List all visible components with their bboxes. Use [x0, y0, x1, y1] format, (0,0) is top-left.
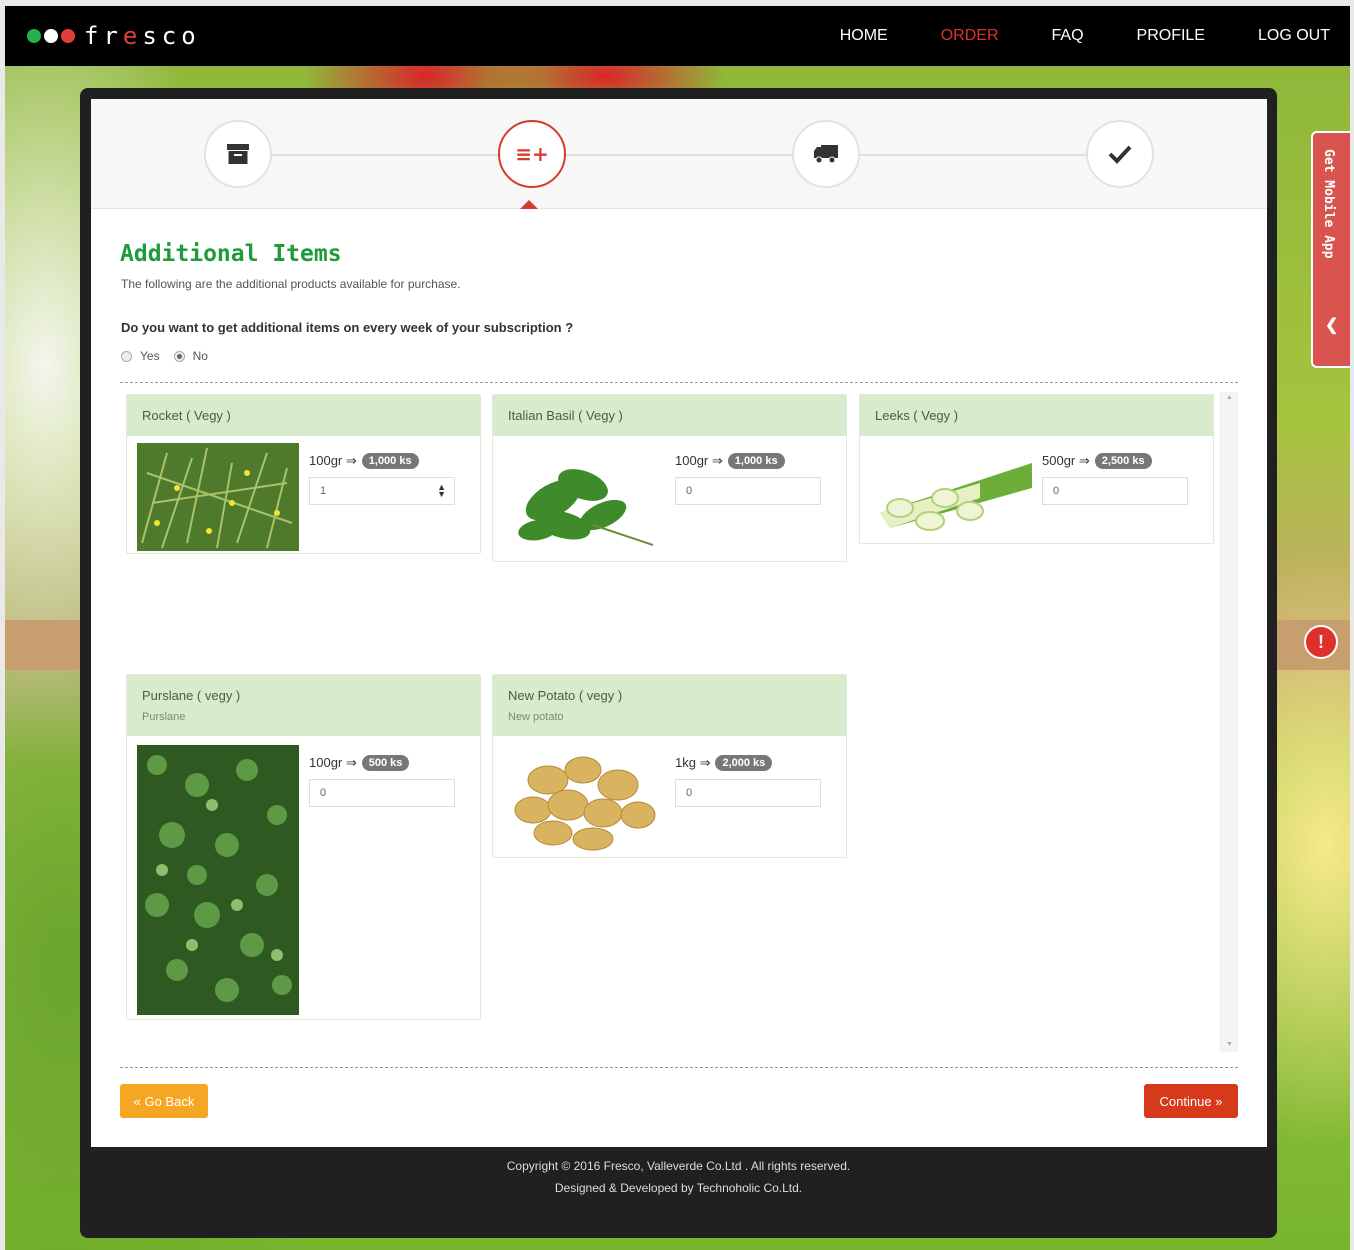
- credits-text: Designed & Developed by Technoholic Co.L…: [554, 1181, 803, 1195]
- product-description: New potato: [508, 711, 564, 723]
- radio-yes[interactable]: [121, 350, 132, 362]
- page-footer: Copyright © 2016 Fresco, Valleverde Co.L…: [80, 1155, 1277, 1199]
- step-additional-items[interactable]: ≡+: [498, 120, 566, 188]
- radio-yes-label[interactable]: Yes: [140, 349, 160, 363]
- radio-no[interactable]: [173, 350, 185, 362]
- quantity-value: 0: [320, 787, 327, 799]
- quantity-stepper[interactable]: 1 ▲ ▼: [309, 477, 455, 505]
- quantity-input[interactable]: 0: [675, 779, 821, 807]
- product-card-basil: Italian Basil ( Vegy ) 100gr ⇒ 1,000 ks …: [492, 394, 847, 562]
- product-name: Rocket ( Vegy ): [142, 408, 231, 423]
- product-name: Leeks ( Vegy ): [875, 408, 959, 423]
- unit-label: 1kg ⇒: [675, 755, 711, 770]
- product-header: Rocket ( Vegy ): [127, 395, 480, 436]
- quantity-input[interactable]: 0: [675, 477, 821, 505]
- step-connector: [566, 154, 792, 156]
- stepper-arrows-icon[interactable]: ▲ ▼: [437, 483, 446, 499]
- price-label: 1kg ⇒ 2,000 ks: [675, 755, 773, 771]
- quantity-value: 0: [686, 485, 693, 497]
- step-delivery[interactable]: [792, 120, 860, 188]
- check-icon: [1108, 145, 1132, 164]
- price-label: 100gr ⇒ 1,000 ks: [309, 453, 419, 469]
- nav-order[interactable]: ORDER: [941, 27, 999, 45]
- product-description: Purslane: [142, 711, 186, 723]
- fresco-logo[interactable]: fresco: [27, 6, 201, 66]
- scroll-up-icon[interactable]: ▲: [1226, 394, 1233, 401]
- divider: [120, 382, 1238, 383]
- nav-profile[interactable]: PROFILE: [1137, 27, 1205, 45]
- price-label: 100gr ⇒ 1,000 ks: [675, 453, 785, 469]
- mobile-app-label: Get Mobile App: [1321, 149, 1336, 259]
- potato-photo: [503, 745, 665, 853]
- step-connector: [860, 154, 1086, 156]
- price-badge: 2,500 ks: [1094, 453, 1152, 469]
- go-back-button[interactable]: « Go Back: [120, 1084, 208, 1118]
- page-subtitle: The following are the additional product…: [121, 277, 461, 291]
- quantity-value: 1: [320, 485, 327, 497]
- price-label: 500gr ⇒ 2,500 ks: [1042, 453, 1152, 469]
- continue-button[interactable]: Continue »: [1144, 1084, 1238, 1118]
- logo-dot-red: [61, 29, 75, 43]
- product-name: Italian Basil ( Vegy ): [508, 408, 623, 423]
- leeks-photo: [870, 443, 1032, 535]
- product-card-leeks: Leeks ( Vegy ) 500gr ⇒ 2,500 ks 0: [859, 394, 1214, 544]
- get-mobile-app-tab[interactable]: Get Mobile App ❮: [1311, 131, 1350, 368]
- basil-photo: [503, 445, 665, 555]
- archive-icon: [227, 144, 249, 164]
- product-list-scrollbar[interactable]: ▲ ▼: [1220, 392, 1238, 1052]
- rocket-photo: [137, 443, 299, 551]
- quantity-value: 0: [686, 787, 693, 799]
- price-label: 100gr ⇒ 500 ks: [309, 755, 410, 771]
- product-card-rocket: Rocket ( Vegy ) 100gr ⇒ 1,000 ks 1 ▲ ▼: [126, 394, 481, 554]
- unit-label: 100gr ⇒: [675, 453, 723, 468]
- alert-icon[interactable]: !: [1304, 625, 1338, 659]
- chevron-left-icon: ❮: [1325, 317, 1339, 334]
- unit-label: 500gr ⇒: [1042, 453, 1090, 468]
- product-card-purslane: Purslane ( vegy ) Purslane 100gr ⇒ 500 k…: [126, 674, 481, 1020]
- product-name: Purslane ( vegy ): [142, 688, 241, 703]
- step-connector: [272, 154, 498, 156]
- nav-home[interactable]: HOME: [840, 27, 888, 45]
- divider: [120, 1067, 1238, 1068]
- price-badge: 500 ks: [361, 755, 410, 771]
- product-header: Leeks ( Vegy ): [860, 395, 1213, 436]
- logo-dot-green: [27, 29, 41, 43]
- product-card-potato: New Potato ( vegy ) New potato 1kg ⇒ 2,0…: [492, 674, 847, 858]
- product-name: New Potato ( vegy ): [508, 688, 623, 703]
- unit-label: 100gr ⇒: [309, 755, 357, 770]
- price-badge: 2,000 ks: [715, 755, 773, 771]
- list-add-icon: ≡+: [515, 142, 549, 166]
- subscription-radio-group: Yes No: [121, 349, 222, 363]
- step-confirm[interactable]: [1086, 120, 1154, 188]
- background-plank: [5, 620, 80, 670]
- price-badge: 1,000 ks: [361, 453, 419, 469]
- unit-label: 100gr ⇒: [309, 453, 357, 468]
- quantity-input[interactable]: 0: [309, 779, 455, 807]
- truck-icon: [814, 145, 838, 164]
- copyright-text: Copyright © 2016 Fresco, Valleverde Co.L…: [506, 1159, 851, 1173]
- nav-faq[interactable]: FAQ: [1052, 27, 1084, 45]
- main-nav: HOME ORDER FAQ PROFILE LOG OUT: [807, 6, 1350, 66]
- radio-no-label[interactable]: No: [193, 349, 208, 363]
- top-navbar: fresco HOME ORDER FAQ PROFILE LOG OUT: [5, 6, 1350, 66]
- subscription-question: Do you want to get additional items on e…: [121, 320, 574, 335]
- order-card: ≡+ Additional Items The following are th…: [91, 99, 1267, 1147]
- product-grid: Rocket ( Vegy ) 100gr ⇒ 1,000 ks 1 ▲ ▼ I…: [121, 392, 1231, 1052]
- step-package[interactable]: [204, 120, 272, 188]
- order-steps: ≡+: [91, 99, 1267, 209]
- logo-text: fresco: [84, 22, 201, 50]
- product-header: Purslane ( vegy ) Purslane: [127, 675, 480, 736]
- nav-logout[interactable]: LOG OUT: [1258, 27, 1330, 45]
- scroll-down-icon[interactable]: ▼: [1226, 1041, 1233, 1048]
- purslane-photo: [137, 745, 299, 1015]
- logo-dot-white: [44, 29, 58, 43]
- product-header: New Potato ( vegy ) New potato: [493, 675, 846, 736]
- quantity-value: 0: [1053, 485, 1060, 497]
- quantity-input[interactable]: 0: [1042, 477, 1188, 505]
- page-title: Additional Items: [120, 241, 342, 267]
- product-header: Italian Basil ( Vegy ): [493, 395, 846, 436]
- active-step-indicator: [520, 200, 538, 209]
- price-badge: 1,000 ks: [727, 453, 785, 469]
